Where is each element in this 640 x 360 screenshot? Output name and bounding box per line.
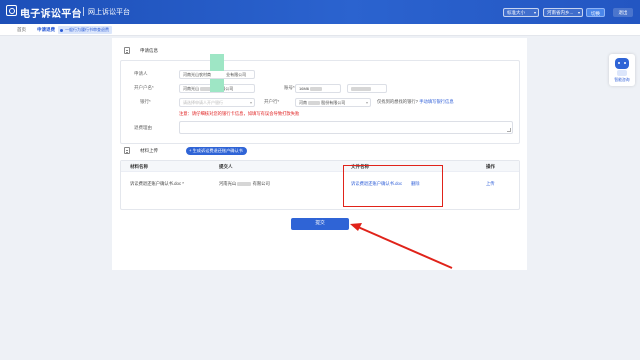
font-size-label: 标准大小 (507, 10, 525, 15)
account-no-field[interactable]: 16M6 (295, 84, 341, 93)
upload-link[interactable]: 上传 (486, 181, 495, 187)
chevron-down-icon: ▾ (533, 10, 536, 15)
court-select-label: 河南省内乡... (547, 10, 574, 15)
redaction-block (210, 54, 224, 71)
chevron-down-icon: ▾ (365, 100, 368, 105)
court-logo-icon (6, 5, 17, 16)
robot-body (617, 70, 627, 76)
account-name-value: 河南光山 (183, 86, 199, 91)
redacted-text (310, 86, 323, 91)
manual-bank-link[interactable]: 手动填写银行信息 (419, 99, 453, 104)
column-header: 材料名称 (130, 164, 148, 169)
app-title: 电子诉讼平台 (20, 9, 82, 20)
top-header: 电子诉讼平台 网上诉讼平台 标准大小 ▾ 河南省内乡... ▾ 切换 退出 (0, 0, 640, 24)
materials-table: 材料名称 提交人 文件名称 操作 诉讼费退还账户确认书.doc * 河南光山 有… (120, 160, 520, 210)
main-card: 申请信息 申请人 河南光山农村商 业有限公司 开户户名* 河南光山 业有限公司 … (112, 38, 527, 270)
logout-button[interactable]: 退出 (613, 8, 633, 17)
bank-hint: 仅找到的想找的银行? 手动填写银行信息 (377, 99, 454, 105)
branch-label: 开户行* (264, 99, 280, 104)
applicant-value: 河南光山农村商 (183, 72, 211, 77)
account-no-value: 16M6 (299, 86, 310, 91)
section-title-materials: 材料上传 (140, 148, 158, 153)
redaction-block (210, 79, 224, 92)
table-header: 材料名称 提交人 文件名称 操作 (121, 161, 519, 172)
breadcrumb-current[interactable]: 申请退费 (37, 27, 55, 33)
robot-icon (615, 58, 629, 69)
court-select[interactable]: 河南省内乡... ▾ (543, 8, 583, 17)
material-name: 诉讼费退还账户确认书.doc * (130, 181, 184, 186)
breadcrumb: 首页 申请退费 一般行为履行书审查退费 (0, 24, 640, 36)
section-title-apply-info: 申请信息 (140, 48, 158, 53)
bank-hint-text: 仅找到的想找的银行? (377, 99, 419, 104)
redacted-text (308, 100, 321, 105)
reason-label: 退费理由 (134, 125, 152, 130)
column-header: 提交人 (219, 164, 233, 169)
assistant-widget[interactable]: 智能咨询 (609, 54, 635, 86)
bank-select[interactable]: 请选择申请人开户银行 ▾ (179, 98, 255, 107)
bank-warning: 注意：请仔细核对您的银行卡信息，如填写有误会导致打款失败 (179, 111, 300, 116)
bank-placeholder: 请选择申请人开户银行 (183, 100, 223, 105)
app-subtitle: 网上诉讼平台 (88, 9, 130, 16)
applicant-label: 申请人 (134, 71, 148, 76)
chevron-down-icon: ▾ (577, 10, 580, 15)
title-divider (83, 7, 84, 16)
breadcrumb-home[interactable]: 首页 (17, 27, 26, 33)
assistant-label: 智能咨询 (614, 78, 630, 82)
submitter-name: 河南光山 (219, 181, 237, 186)
account-name-label: 开户户名* (134, 85, 154, 90)
column-header: 操作 (486, 164, 495, 169)
chevron-down-icon: ▾ (249, 100, 252, 105)
apply-info-panel: 申请人 河南光山农村商 业有限公司 开户户名* 河南光山 业有限公司 账号* 1… (120, 54, 520, 144)
materials-header: 材料上传 + 生成诉讼费退还账户确认书 (124, 147, 324, 155)
submitter: 河南光山 有限公司 (219, 181, 270, 187)
submit-button[interactable]: 提交 (291, 218, 349, 230)
reason-textarea[interactable] (179, 121, 513, 134)
font-size-select[interactable]: 标准大小 ▾ (503, 8, 539, 17)
branch-value-suffix: 股份有限公司 (321, 100, 346, 105)
account-no-confirm-field[interactable] (347, 84, 387, 93)
switch-button[interactable]: 切换 (586, 8, 605, 17)
generate-confirmation-button[interactable]: + 生成诉讼费退还账户确认书 (186, 147, 247, 155)
submitter-suffix: 有限公司 (252, 181, 270, 186)
applicant-value-suffix: 业有限公司 (226, 72, 247, 77)
document-icon (124, 47, 130, 54)
branch-value: 河南 (299, 100, 307, 105)
highlight-box (343, 165, 443, 207)
bank-label: 银行* (140, 99, 151, 104)
redacted-text (351, 86, 371, 91)
branch-select[interactable]: 河南 股份有限公司 ▾ (295, 98, 371, 107)
applicant-field[interactable]: 河南光山农村商 业有限公司 (179, 70, 255, 79)
redacted-text (237, 181, 252, 186)
resize-handle-icon[interactable] (507, 128, 511, 132)
breadcrumb-tag[interactable]: 一般行为履行书审查退费 (58, 26, 112, 34)
account-no-label: 账号* (284, 85, 295, 90)
document-icon (124, 147, 130, 154)
